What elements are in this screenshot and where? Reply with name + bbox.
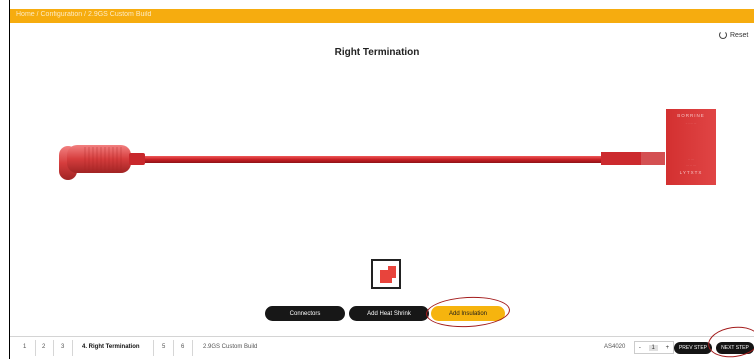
breadcrumb[interactable]: Home / Configuration / 2.9GS Custom Buil…: [16, 11, 151, 18]
part-number: AS4020: [604, 344, 626, 350]
step-5[interactable]: 5: [162, 344, 165, 350]
add-heat-shrink-button[interactable]: Add Heat Shrink: [349, 306, 429, 321]
prev-step-label: PREV STEP: [678, 345, 708, 351]
svg-text:·· ·· ··· ···: ·· ·· ··· ···: [686, 122, 697, 125]
reset-icon: [719, 31, 727, 39]
step-2[interactable]: 2: [42, 344, 45, 350]
cable-body: [105, 156, 665, 163]
step-1[interactable]: 1: [23, 344, 26, 350]
selected-component-preview[interactable]: [371, 259, 401, 289]
step-bar: 1 2 3 4. Right Termination 5 6 2.9GS Cus…: [10, 336, 754, 360]
header-bar: Home / Configuration / 2.9GS Custom Buil…: [10, 9, 754, 23]
page-title: Right Termination: [334, 47, 420, 58]
add-heat-shrink-label: Add Heat Shrink: [367, 310, 411, 317]
build-name: 2.9GS Custom Build: [203, 344, 258, 350]
step-divider: [53, 340, 54, 356]
prev-step-button[interactable]: PREV STEP: [674, 342, 712, 354]
preview-shape-tab: [388, 266, 396, 278]
svg-text:·· ···: ·· ···: [688, 157, 694, 161]
step-6[interactable]: 6: [181, 344, 184, 350]
reset-label: Reset: [730, 31, 749, 39]
app-frame: Home / Configuration / 2.9GS Custom Buil…: [0, 0, 754, 360]
connectors-button[interactable]: Connectors: [265, 306, 345, 321]
step-4-active[interactable]: 4. Right Termination: [82, 344, 140, 350]
step-divider: [173, 340, 174, 356]
step-divider: [153, 340, 154, 356]
right-end-fitting: BORRINE ·· ·· ··· ··· ·· ··· ··· ·· ··· …: [666, 109, 716, 185]
reset-button[interactable]: Reset: [719, 31, 748, 39]
step-divider: [35, 340, 36, 356]
annotation-circle-insulation: [425, 294, 511, 330]
connectors-label: Connectors: [289, 310, 321, 317]
cable-drawing: BORRINE ·· ·· ··· ··· ·· ··· ··· ·· ··· …: [59, 109, 716, 185]
step-divider: [72, 340, 73, 356]
svg-text:··· ·· ···: ··· ·· ···: [686, 163, 696, 167]
step-3[interactable]: 3: [61, 344, 64, 350]
svg-text:LYTXTX: LYTXTX: [680, 170, 703, 175]
svg-text:BORRINE: BORRINE: [677, 113, 705, 118]
qty-plus-button[interactable]: +: [666, 345, 670, 351]
qty-value[interactable]: 1: [648, 344, 658, 351]
left-connector: [59, 145, 145, 180]
qty-minus-button[interactable]: -: [639, 345, 641, 351]
quantity-stepper[interactable]: - 1 +: [634, 341, 674, 354]
step-divider: [192, 340, 193, 356]
